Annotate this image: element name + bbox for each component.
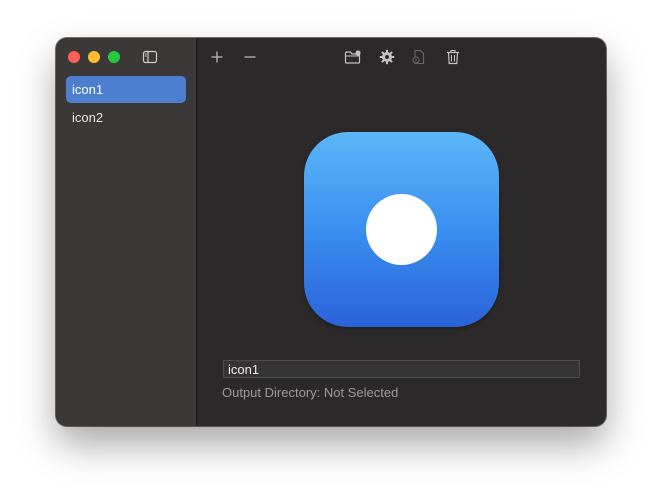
settings-button[interactable] (376, 46, 398, 68)
sidebar-item-icon1[interactable]: icon1 (66, 76, 186, 103)
sidebar-item-label: icon2 (72, 110, 104, 125)
sidebar: icon1 icon2 (56, 38, 197, 426)
sidebar-icon[interactable] (142, 49, 158, 65)
icon-name-field[interactable] (223, 360, 580, 378)
zoom-window-button[interactable] (108, 51, 120, 63)
sidebar-item-icon2[interactable]: icon2 (66, 104, 186, 131)
minus-icon (244, 56, 256, 58)
gear-icon (379, 49, 395, 65)
app-window: icon1 icon2 icon1 Output Directory: Not … (56, 38, 606, 426)
sidebar-item-label: icon1 (72, 82, 104, 97)
output-directory-label: Output Directory: Not Selected (222, 385, 399, 400)
minimize-window-button[interactable] (88, 51, 100, 63)
icon-preview-dot (366, 194, 437, 265)
plus-icon (211, 51, 223, 63)
icon-list: icon1 icon2 (66, 76, 186, 132)
folder-badge-icon (344, 50, 361, 64)
icon-preview (304, 132, 499, 327)
delete-button[interactable] (442, 46, 464, 68)
choose-output-folder-button[interactable] (342, 46, 364, 68)
add-button[interactable] (206, 46, 228, 68)
export-document-icon (412, 49, 425, 65)
remove-button[interactable] (239, 46, 261, 68)
trash-icon (447, 49, 459, 65)
export-button[interactable] (408, 46, 430, 68)
close-window-button[interactable] (68, 51, 80, 63)
